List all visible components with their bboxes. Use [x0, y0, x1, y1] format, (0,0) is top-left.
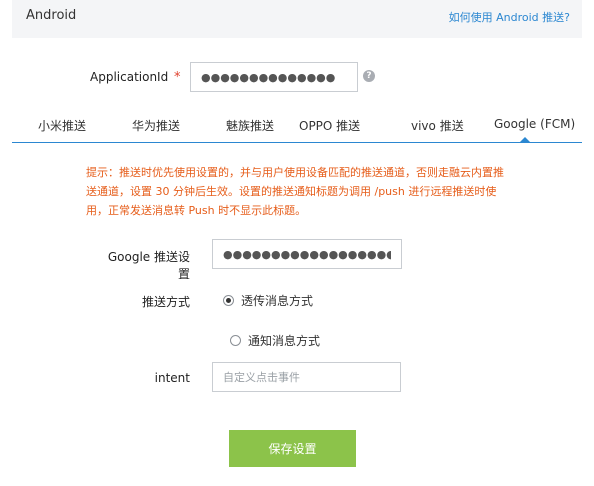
push-mode-passthrough-label: 透传消息方式 [241, 294, 314, 308]
application-id-input[interactable] [190, 62, 358, 92]
tab-meizu[interactable]: 魅族推送 [226, 117, 274, 134]
push-mode-notification-radio[interactable]: 通知消息方式 [230, 332, 320, 349]
tab-xiaomi[interactable]: 小米推送 [38, 117, 86, 134]
radio-checked-icon [223, 295, 234, 306]
push-mode-notification-label: 通知消息方式 [248, 334, 321, 348]
push-mode-label: 推送方式 [141, 295, 190, 309]
intent-label: intent [154, 371, 190, 385]
radio-unchecked-icon [230, 335, 241, 346]
push-provider-tabs: 小米推送 华为推送 魅族推送 OPPO 推送 vivo 推送 Google (F… [12, 113, 582, 143]
help-link[interactable]: 如何使用 Android 推送? [449, 9, 570, 25]
tab-vivo[interactable]: vivo 推送 [411, 117, 464, 134]
required-star: * [174, 70, 181, 85]
tab-google-fcm[interactable]: Google (FCM) [494, 117, 575, 131]
tab-oppo[interactable]: OPPO 推送 [299, 117, 360, 134]
push-mode-passthrough-radio[interactable]: 透传消息方式 [223, 292, 313, 309]
notice-text: 提示：推送时优先使用设置的，并与用户使用设备匹配的推送通道，否则走融云内置推送通… [86, 166, 504, 217]
page-header: Android 如何使用 Android 推送? [12, 0, 582, 38]
application-id-label: ApplicationId [90, 70, 169, 84]
intent-input[interactable] [212, 362, 401, 392]
google-setting-input[interactable] [212, 239, 402, 269]
caret-up-icon [520, 137, 530, 142]
page-title: Android [26, 8, 77, 23]
application-id-row: ApplicationId * ? [0, 62, 594, 92]
tab-huawei[interactable]: 华为推送 [132, 117, 180, 134]
google-setting-label: Google 推送设置 [107, 250, 190, 281]
save-button[interactable]: 保存设置 [229, 430, 356, 467]
help-icon[interactable]: ? [363, 70, 375, 82]
